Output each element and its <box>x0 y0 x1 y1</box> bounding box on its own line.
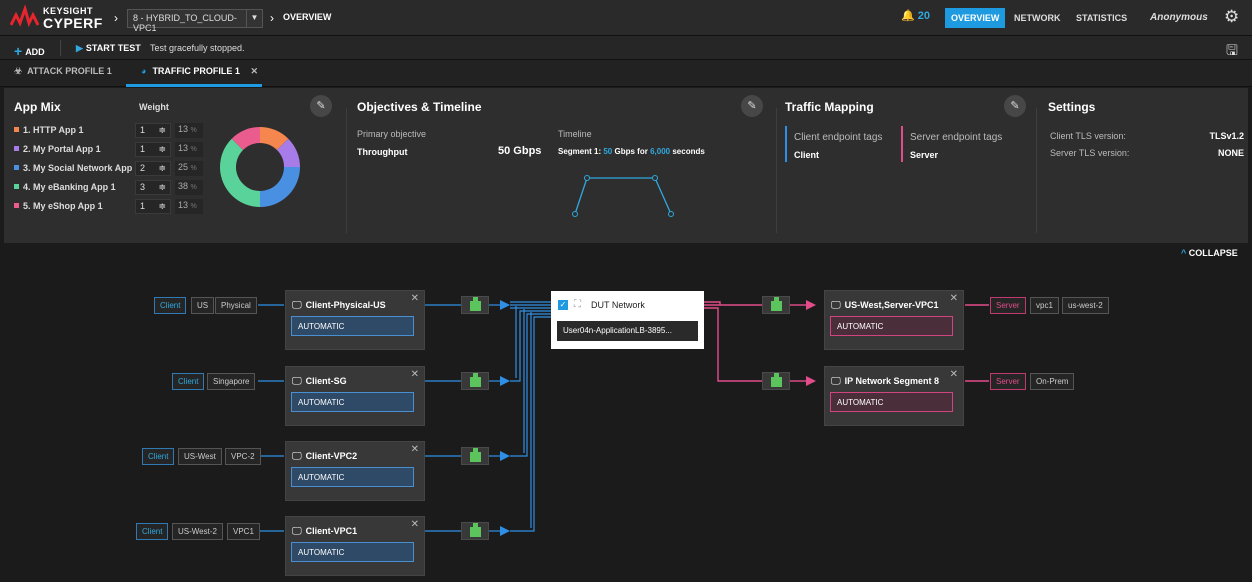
client-tag[interactable]: Client <box>154 297 187 314</box>
close-icon[interactable]: ✕ <box>411 369 419 380</box>
location-tag[interactable]: Singapore <box>207 373 256 390</box>
close-icon[interactable]: ✕ <box>411 519 419 530</box>
network-device-icon[interactable] <box>762 296 790 314</box>
server-tag[interactable]: Server <box>990 297 1026 314</box>
monitor-icon: 🖵 <box>292 526 302 537</box>
location-tag[interactable]: US-West-2 <box>172 523 223 540</box>
segment-name: Client-VPC1 <box>305 526 358 536</box>
location-tag[interactable]: US <box>191 297 215 314</box>
ip-mode-field[interactable]: AUTOMATIC <box>291 392 414 412</box>
network-device-icon[interactable] <box>461 296 489 314</box>
network-device-icon[interactable] <box>461 447 489 465</box>
location-tag[interactable]: VPC1 <box>227 523 260 540</box>
close-icon[interactable]: ✕ <box>950 293 958 304</box>
network-segment-node[interactable]: 🖵 US-West,Server-VPC1 ✕ AUTOMATIC <box>824 290 964 350</box>
segment-name: Client-Physical-US <box>305 300 386 310</box>
ip-mode-field[interactable]: AUTOMATIC <box>291 542 414 562</box>
ip-mode-field[interactable]: AUTOMATIC <box>830 392 953 412</box>
dut-host-field[interactable]: User04n-ApplicationLB-3895... <box>557 321 698 341</box>
network-segment-node[interactable]: 🖵 Client-VPC1 ✕ AUTOMATIC <box>285 516 425 576</box>
client-tag[interactable]: Client <box>136 523 169 540</box>
monitor-icon: 🖵 <box>292 451 302 462</box>
location-tag[interactable]: vpc1 <box>1030 297 1059 314</box>
network-segment-node[interactable]: 🖵 Client-SG ✕ AUTOMATIC <box>285 366 425 426</box>
monitor-icon: 🖵 <box>292 300 302 311</box>
segment-name: US-West,Server-VPC1 <box>844 300 939 310</box>
location-tag[interactable]: us-west-2 <box>1062 297 1109 314</box>
client-tag[interactable]: Client <box>142 448 175 465</box>
ip-mode-field[interactable]: AUTOMATIC <box>291 316 414 336</box>
monitor-icon: 🖵 <box>292 376 302 387</box>
ip-mode-field[interactable]: AUTOMATIC <box>291 467 414 487</box>
segment-name: IP Network Segment 8 <box>844 376 940 386</box>
close-icon[interactable]: ✕ <box>411 444 419 455</box>
checkbox-checked-icon[interactable]: ✓ <box>558 300 568 310</box>
network-segment-node[interactable]: 🖵 IP Network Segment 8 ✕ AUTOMATIC <box>824 366 964 426</box>
close-icon[interactable]: ✕ <box>411 293 419 304</box>
network-device-icon[interactable] <box>461 522 489 540</box>
network-device-icon[interactable] <box>461 372 489 390</box>
network-tree-icon: ⛶ <box>574 299 581 310</box>
monitor-icon: 🖵 <box>831 376 841 387</box>
network-device-icon[interactable] <box>762 372 790 390</box>
network-segment-node[interactable]: 🖵 Client-VPC2 ✕ AUTOMATIC <box>285 441 425 501</box>
segment-name: Client-VPC2 <box>305 451 358 461</box>
server-tag[interactable]: Server <box>990 373 1026 390</box>
dut-title: DUT Network <box>591 300 645 310</box>
client-tag[interactable]: Client <box>172 373 205 390</box>
segment-name: Client-SG <box>305 376 347 386</box>
ip-mode-field[interactable]: AUTOMATIC <box>830 316 953 336</box>
network-segment-node[interactable]: 🖵 Client-Physical-US ✕ AUTOMATIC <box>285 290 425 350</box>
dut-network-node[interactable]: ✓ ⛶ DUT Network User04n-ApplicationLB-38… <box>551 291 704 349</box>
close-icon[interactable]: ✕ <box>950 369 958 380</box>
monitor-icon: 🖵 <box>831 300 841 311</box>
location-tag[interactable]: Physical <box>215 297 257 314</box>
location-tag[interactable]: On-Prem <box>1030 373 1075 390</box>
location-tag[interactable]: VPC-2 <box>225 448 261 465</box>
location-tag[interactable]: US-West <box>178 448 222 465</box>
